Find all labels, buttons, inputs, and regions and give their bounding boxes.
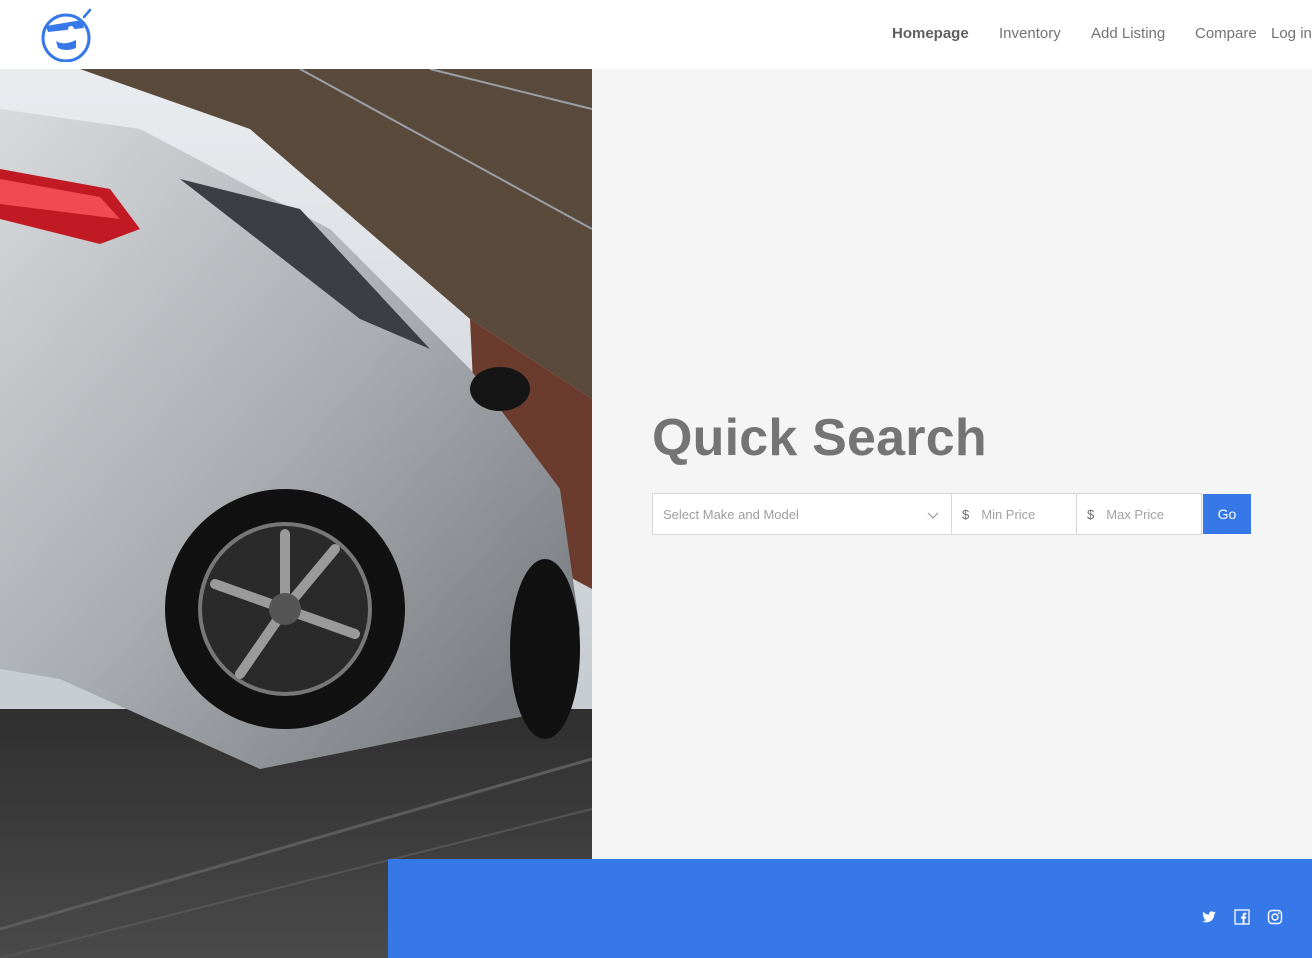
max-price-field: $ bbox=[1077, 493, 1202, 535]
hero-car-image bbox=[0, 69, 592, 958]
min-price-input[interactable] bbox=[981, 506, 1062, 522]
min-price-field: $ bbox=[952, 493, 1077, 535]
top-navbar: Homepage Inventory Add Listing Compare L… bbox=[0, 0, 1312, 69]
max-price-input[interactable] bbox=[1106, 506, 1187, 522]
currency-symbol: $ bbox=[962, 506, 970, 522]
twitter-icon[interactable] bbox=[1201, 909, 1217, 925]
nav-compare[interactable]: Compare bbox=[1195, 25, 1257, 42]
facebook-icon[interactable] bbox=[1234, 909, 1250, 925]
go-button[interactable]: Go bbox=[1203, 494, 1251, 534]
currency-symbol: $ bbox=[1087, 506, 1095, 522]
footer-bar bbox=[388, 859, 1312, 958]
nav-login[interactable]: Log in bbox=[1271, 25, 1312, 42]
make-model-placeholder: Select Make and Model bbox=[663, 506, 799, 522]
instagram-icon[interactable] bbox=[1267, 909, 1283, 925]
quick-search-form: Select Make and Model $ $ Go bbox=[652, 493, 1251, 535]
make-model-select[interactable]: Select Make and Model bbox=[652, 493, 952, 535]
nav-homepage[interactable]: Homepage bbox=[892, 25, 969, 42]
quick-search-title: Quick Search bbox=[652, 409, 987, 467]
chevron-down-icon bbox=[927, 512, 939, 519]
smiley-logo-icon[interactable] bbox=[40, 8, 94, 62]
nav-inventory[interactable]: Inventory bbox=[999, 25, 1061, 42]
nav-add-listing[interactable]: Add Listing bbox=[1091, 25, 1165, 42]
